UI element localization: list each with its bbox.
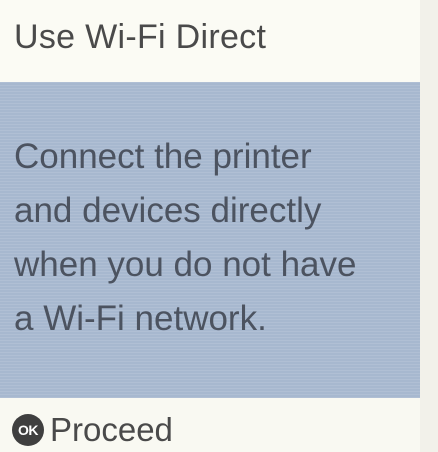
screen-edge — [420, 0, 438, 452]
title-bar: Use Wi-Fi Direct — [0, 0, 420, 82]
printer-lcd-screen: Use Wi-Fi Direct Connect the printer and… — [0, 0, 438, 452]
message-line: and devices directly — [14, 191, 322, 230]
message-line: when you do not have — [14, 245, 357, 284]
screen-title: Use Wi-Fi Direct — [14, 18, 267, 56]
message-line: Connect the printer — [14, 137, 312, 176]
footer-bar: OK Proceed — [0, 398, 420, 452]
message-panel: Connect the printer and devices directly… — [0, 82, 420, 398]
message-line: a Wi-Fi network. — [14, 299, 267, 338]
proceed-label[interactable]: Proceed — [50, 411, 173, 449]
ok-button-icon[interactable]: OK — [12, 414, 44, 446]
